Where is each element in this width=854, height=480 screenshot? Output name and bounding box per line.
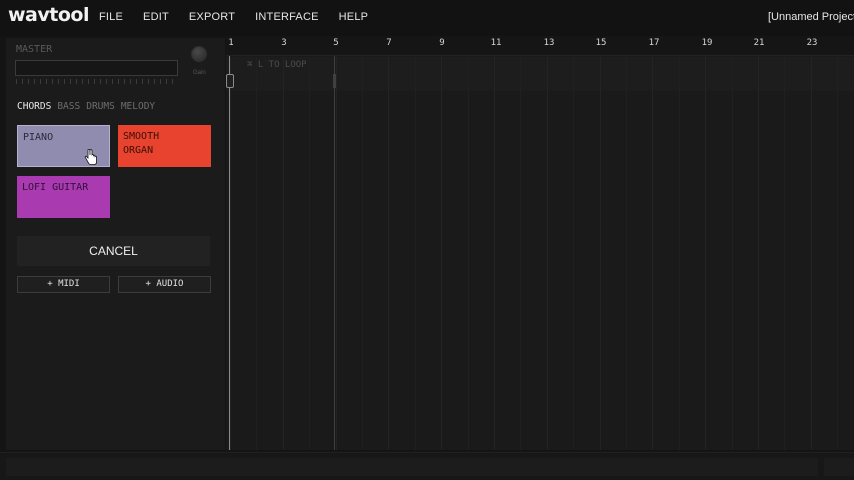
preset-organ-label-line2: ORGAN (123, 145, 154, 156)
grid-line (837, 57, 839, 450)
grid-line (784, 57, 786, 450)
bar-number: 9 (439, 38, 445, 48)
bottom-panel-field[interactable] (6, 458, 818, 476)
grid-line (388, 57, 390, 450)
bottom-bar (0, 452, 854, 480)
tab-drums[interactable]: DRUMS (86, 101, 115, 112)
grid-line (335, 57, 337, 450)
bar-number: 13 (543, 38, 555, 48)
playhead[interactable] (229, 56, 230, 450)
bar-number: 5 (333, 38, 339, 48)
grid-line (256, 57, 258, 450)
main-menu: FILE EDIT EXPORT INTERFACE HELP (99, 11, 388, 23)
grid-line (731, 57, 733, 450)
menu-edit[interactable]: EDIT (143, 11, 169, 23)
grid-line (573, 57, 575, 450)
bar-number: 17 (648, 38, 660, 48)
tab-melody[interactable]: MELODY (121, 101, 155, 112)
left-panel: MASTER Gain CHORDS BASS DRUMS MELODY PIA… (6, 38, 225, 450)
grid-line (626, 57, 627, 450)
app-logo[interactable]: wavtool (8, 4, 89, 26)
tab-chords[interactable]: CHORDS (17, 101, 51, 112)
master-label: MASTER (16, 44, 53, 55)
instrument-tabs: CHORDS BASS DRUMS MELODY (17, 101, 161, 112)
loop-hint-text: ⌘ L TO LOOP (247, 60, 307, 70)
grid-line (230, 57, 231, 450)
grid-line (494, 57, 495, 450)
grid-line (705, 57, 707, 450)
add-midi-button[interactable]: + MIDI (17, 276, 110, 293)
bar-number: 23 (806, 38, 818, 48)
menu-interface[interactable]: INTERFACE (255, 11, 319, 23)
grid-line (758, 57, 759, 450)
grid-line (414, 57, 416, 450)
bar-number: 7 (386, 38, 392, 48)
grid-line (282, 57, 284, 450)
timeline-area[interactable]: 1 3 5 7 9 11 13 15 17 19 21 23 ⌘ L TO LO… (226, 36, 854, 450)
grid-line (309, 57, 311, 450)
top-menu-bar: wavtool FILE EDIT EXPORT INTERFACE HELP … (0, 0, 854, 36)
menu-file[interactable]: FILE (99, 11, 123, 23)
bar-number: 19 (701, 38, 713, 48)
bar-number: 21 (753, 38, 765, 48)
grid-line (810, 57, 812, 450)
bottom-right-control[interactable] (824, 458, 854, 476)
meter-ticks (16, 79, 178, 84)
tab-bass[interactable]: BASS (57, 101, 80, 112)
grid-line (546, 57, 548, 450)
app-window: wavtool FILE EDIT EXPORT INTERFACE HELP … (0, 0, 854, 480)
hand-pointer-icon (84, 149, 97, 165)
grid-line (467, 57, 469, 450)
playhead-handle[interactable] (226, 74, 234, 88)
loop-region-strip[interactable] (226, 57, 854, 91)
preset-guitar-label: LOFI GUITAR (22, 182, 89, 193)
preset-lofi-guitar-card[interactable]: LOFI GUITAR (17, 176, 110, 218)
loop-end-marker[interactable] (334, 56, 335, 450)
master-volume-slider[interactable] (15, 60, 178, 76)
grid-line (520, 57, 522, 450)
gain-label: Gain (193, 70, 206, 76)
preset-piano-label: PIANO (23, 132, 54, 143)
grid-line (599, 57, 601, 450)
grid-line (678, 57, 680, 450)
loop-end-handle[interactable] (333, 74, 336, 88)
cancel-button[interactable]: CANCEL (17, 236, 210, 266)
preset-smooth-organ-card[interactable]: SMOOTH ORGAN (118, 125, 211, 167)
grid-line (441, 57, 443, 450)
bar-number: 3 (281, 38, 287, 48)
bar-ruler[interactable]: 1 3 5 7 9 11 13 15 17 19 21 23 (226, 36, 854, 56)
grid-line (362, 57, 363, 450)
menu-export[interactable]: EXPORT (189, 11, 235, 23)
grid-line (652, 57, 654, 450)
preset-organ-label-line1: SMOOTH (123, 131, 160, 142)
gain-knob-icon[interactable] (191, 46, 207, 62)
bar-number: 15 (595, 38, 607, 48)
bar-number: 1 (228, 38, 234, 48)
add-audio-button[interactable]: + AUDIO (118, 276, 211, 293)
bar-number: 11 (490, 38, 502, 48)
project-title[interactable]: [Unnamed Project (768, 11, 854, 23)
menu-help[interactable]: HELP (339, 11, 369, 23)
